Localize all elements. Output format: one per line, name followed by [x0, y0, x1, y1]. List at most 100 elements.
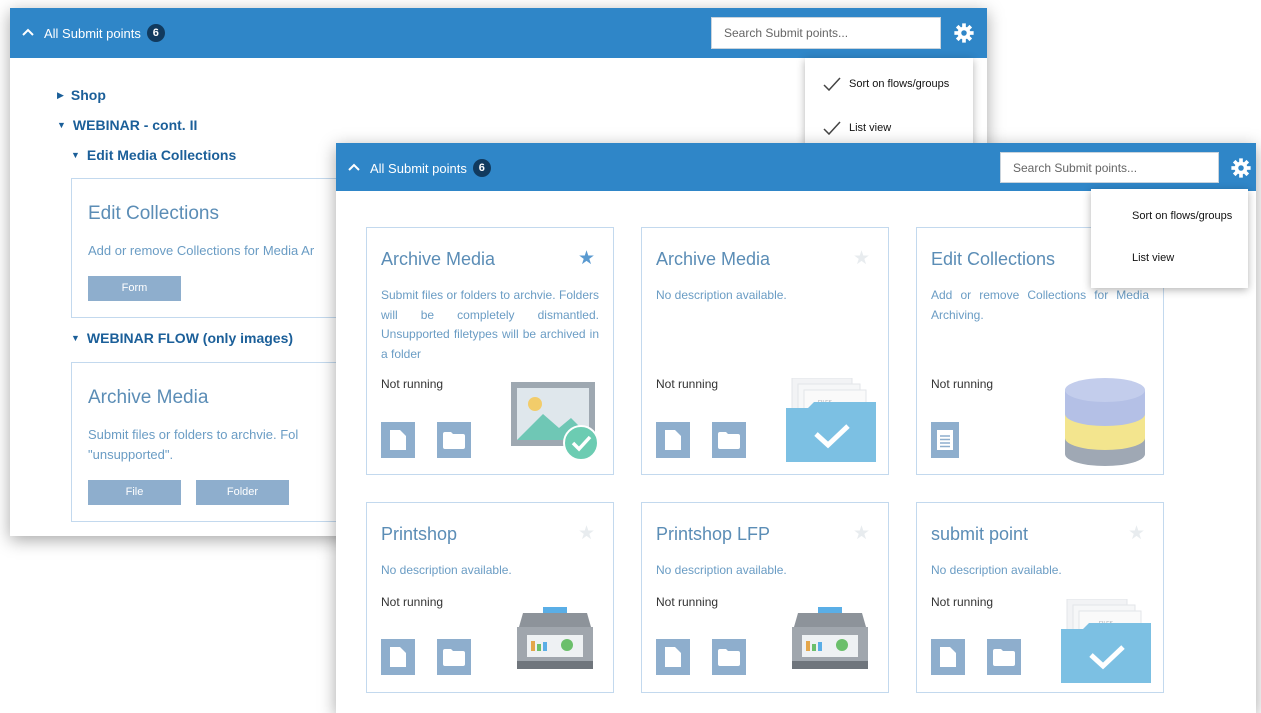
menu-item-label: List view	[849, 122, 892, 134]
list-card-archive-media[interactable]: Archive Media Submit files or folders to…	[71, 362, 371, 522]
card-title: Archive Media	[88, 387, 209, 408]
file-icon	[665, 647, 681, 667]
card-title: Edit Collections	[88, 203, 219, 224]
header-title: All Submit points	[44, 25, 141, 41]
tree-node-label: WEBINAR - cont. II	[72, 117, 198, 133]
image-check-illustration	[511, 382, 599, 461]
file-icon	[940, 647, 956, 667]
folder-icon	[443, 648, 465, 666]
chevron-up-icon	[348, 163, 360, 171]
tree-node-label: Shop	[70, 87, 106, 103]
header-bar: All Submit points 6 Search Submit points…	[10, 8, 987, 58]
card-description-cont: "unsupported".	[88, 447, 174, 462]
menu-item-sort-flows[interactable]: Sort on flows/groups	[1132, 210, 1232, 222]
card-title: Printshop	[381, 524, 458, 544]
tree-node-label: Edit Media Collections	[86, 147, 237, 163]
card-description: No description available.	[656, 288, 787, 302]
collapse-all-toggle[interactable]: All Submit points 6	[346, 159, 491, 177]
submit-file-button[interactable]	[381, 422, 415, 458]
card-title: submit point	[931, 524, 1029, 544]
file-icon	[390, 647, 406, 667]
grid-view-window: All Submit points 6 Search Submit points…	[336, 143, 1256, 713]
submit-folder-button[interactable]	[712, 639, 746, 675]
card-status: Not running	[381, 377, 444, 391]
submit-form-button[interactable]	[931, 422, 959, 458]
list-card-edit-collections[interactable]: Edit Collections Add or remove Collectio…	[71, 178, 371, 318]
settings-menu: Sort on flows/groups List view	[1091, 189, 1248, 288]
gear-icon[interactable]	[953, 22, 975, 44]
card-title: Archive Media	[381, 249, 496, 269]
submit-file-button[interactable]	[656, 422, 690, 458]
card-status: Not running	[931, 377, 994, 391]
star-icon[interactable]: ★	[578, 522, 595, 545]
header-bar: All Submit points 6 Search Submit points…	[336, 143, 1256, 191]
printer-illustration	[517, 607, 593, 669]
card-description: Submit files or folders to archvie. Fol	[88, 427, 299, 442]
submit-folder-button[interactable]	[437, 639, 471, 675]
file-icon	[390, 430, 406, 450]
count-badge: 6	[472, 159, 491, 177]
folder-icon	[993, 648, 1015, 666]
submit-point-card[interactable]: Archive Media ★ No description available…	[641, 227, 889, 475]
submit-file-button[interactable]	[656, 639, 690, 675]
tree-node-edit-media-collections[interactable]: ▼ Edit Media Collections	[71, 147, 236, 163]
star-icon[interactable]: ★	[578, 247, 595, 270]
caret-down-icon: ▼	[57, 120, 66, 130]
menu-item-label: List view	[1132, 252, 1175, 264]
card-title: Printshop LFP	[656, 524, 771, 544]
card-description: No description available.	[931, 563, 1062, 577]
card-description: No description available.	[381, 563, 512, 577]
card-description: Add or remove Collections for Media Ar	[88, 243, 315, 258]
search-input[interactable]: Search Submit points...	[711, 17, 941, 49]
file-button[interactable]: File	[88, 480, 181, 505]
card-status: Not running	[381, 595, 444, 609]
tree-node-label: WEBINAR FLOW (only images)	[86, 330, 294, 346]
form-icon	[937, 430, 953, 450]
submit-folder-button[interactable]	[987, 639, 1021, 675]
caret-right-icon: ▶	[57, 89, 64, 100]
menu-item-sort-flows[interactable]: Sort on flows/groups	[823, 77, 949, 91]
gear-icon[interactable]	[1230, 157, 1252, 179]
submit-folder-button[interactable]	[437, 422, 471, 458]
menu-item-label: Sort on flows/groups	[849, 78, 950, 90]
card-description: Submit files or folders to archvie. Fold…	[381, 288, 599, 361]
chevron-up-icon	[22, 28, 34, 36]
star-icon[interactable]: ★	[853, 247, 870, 270]
caret-down-icon: ▼	[71, 333, 80, 343]
tree-node-shop[interactable]: ▶ Shop	[57, 87, 106, 103]
form-button[interactable]: Form	[88, 276, 181, 301]
card-description: No description available.	[656, 563, 787, 577]
submit-file-button[interactable]	[381, 639, 415, 675]
printer-illustration	[792, 607, 868, 669]
files-folder-check-illustration: FILES	[786, 378, 876, 462]
header-title: All Submit points	[370, 160, 467, 176]
star-icon[interactable]: ★	[853, 522, 870, 545]
menu-item-list-view[interactable]: List view	[1132, 252, 1174, 264]
card-title: Edit Collections	[931, 249, 1056, 269]
card-status: Not running	[656, 377, 719, 391]
tree-node-webinar-cont[interactable]: ▼ WEBINAR - cont. II	[57, 117, 197, 133]
folder-icon	[718, 431, 740, 449]
folder-icon	[718, 648, 740, 666]
card-status: Not running	[931, 595, 994, 609]
collapse-all-toggle[interactable]: All Submit points 6	[20, 24, 165, 42]
file-icon	[665, 430, 681, 450]
submit-point-card[interactable]: Archive Media ★ Submit files or folders …	[366, 227, 614, 475]
card-status: Not running	[656, 595, 719, 609]
submit-point-card[interactable]: submit point ★ No description available.…	[916, 502, 1164, 693]
files-folder-check-illustration: FILES	[1061, 599, 1151, 683]
star-icon[interactable]: ★	[1128, 522, 1145, 545]
submit-point-card[interactable]: Printshop ★ No description available. No…	[366, 502, 614, 693]
menu-item-list-view[interactable]: List view	[823, 121, 891, 135]
database-illustration	[1065, 378, 1145, 466]
search-input[interactable]: Search Submit points...	[1000, 152, 1219, 183]
submit-file-button[interactable]	[931, 639, 965, 675]
menu-item-label: Sort on flows/groups	[1132, 210, 1233, 222]
folder-button[interactable]: Folder	[196, 480, 289, 505]
submit-folder-button[interactable]	[712, 422, 746, 458]
card-description: Add or remove Collections for Media Arch…	[931, 288, 1149, 322]
submit-point-card[interactable]: Printshop LFP ★ No description available…	[641, 502, 889, 693]
tree-node-webinar-flow[interactable]: ▼ WEBINAR FLOW (only images)	[71, 330, 293, 346]
count-badge: 6	[146, 24, 165, 42]
folder-icon	[443, 431, 465, 449]
